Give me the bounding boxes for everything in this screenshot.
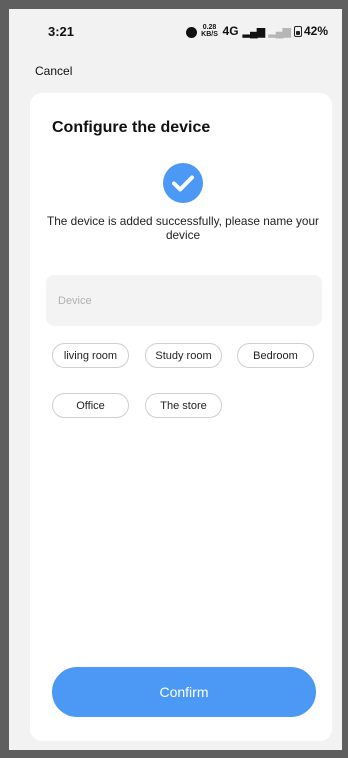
device-name-input[interactable] [46,275,322,326]
room-chip-study-room[interactable]: Study room [145,343,222,368]
alarm-icon [185,26,197,38]
network-speed-value: 0.28 [202,24,217,31]
check-mark-graphic [172,175,194,192]
network-speed: 0.28 KB/S [201,24,219,38]
check-circle-icon [163,163,203,203]
network-type-label: 4G [222,24,239,38]
success-message: The device is added successfully, please… [47,214,319,242]
page-title: Configure the device [52,119,211,136]
room-chip-office[interactable]: Office [52,393,129,418]
configure-card: Configure the device The device is added… [30,93,332,741]
room-chip-living-room[interactable]: living room [52,343,129,368]
signal-icon: ▂▄▆ [268,25,291,38]
signal-icon: ▂▄▆ [242,25,266,38]
confirm-button[interactable]: Confirm [52,667,316,717]
status-bar: 3:21 0.28 KB/S 4G ▂▄▆ ▂▄▆ 42% [9,9,342,53]
battery-level: 42% [303,24,328,38]
battery-icon [293,25,302,37]
phone-screen: 3:21 0.28 KB/S 4G ▂▄▆ ▂▄▆ 42% Cancel Con… [9,9,342,750]
battery-indicator: 42% [293,24,328,38]
room-chip-bedroom[interactable]: Bedroom [237,343,314,368]
cancel-button[interactable]: Cancel [35,64,72,78]
room-chip-the-store[interactable]: The store [145,393,222,418]
network-speed-unit: KB/S [201,31,218,38]
status-time: 3:21 [48,23,75,39]
status-icons: 0.28 KB/S 4G ▂▄▆ ▂▄▆ 42% [185,24,328,38]
